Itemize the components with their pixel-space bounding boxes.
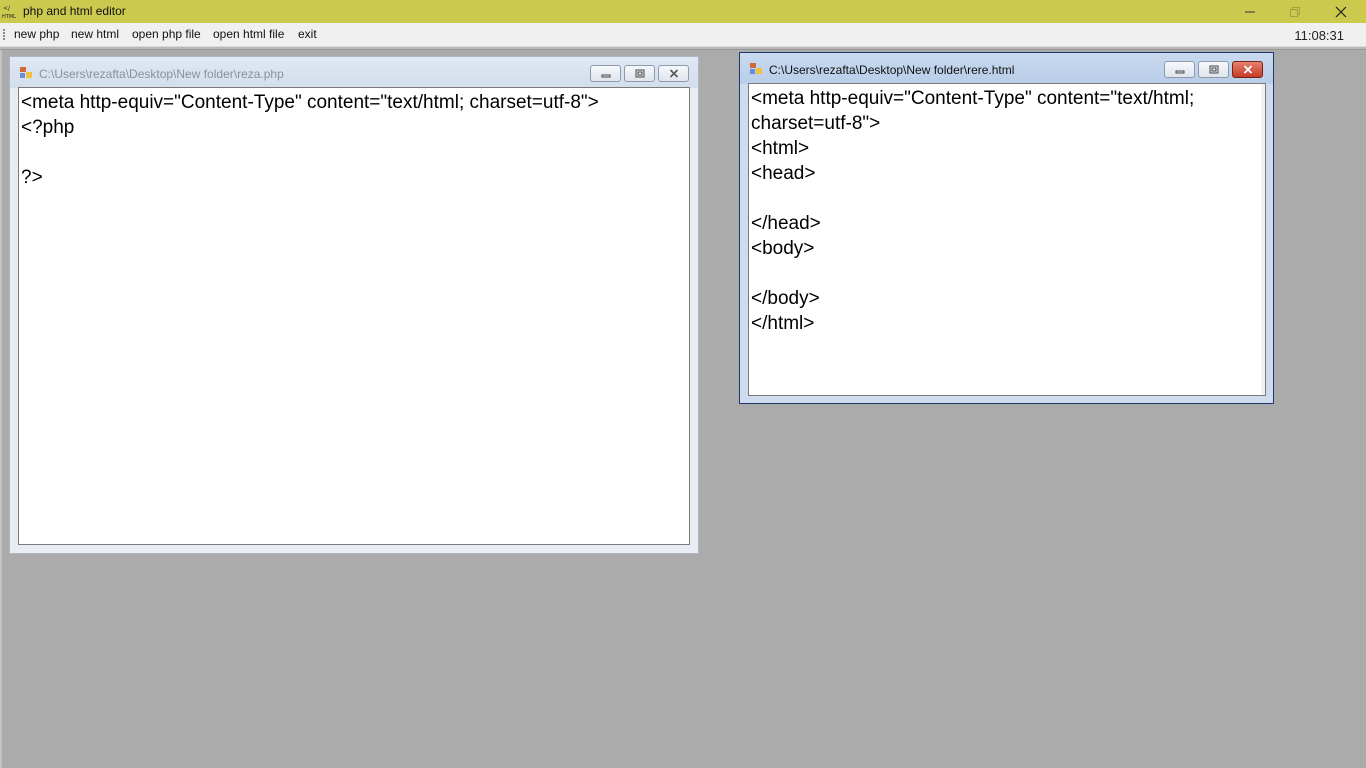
close-icon	[1335, 6, 1347, 17]
restore-icon	[1290, 6, 1300, 17]
child-close-button[interactable]	[658, 65, 689, 82]
svg-text:</: </	[3, 5, 11, 12]
child-minimize-button[interactable]	[590, 65, 621, 82]
minimize-icon	[1245, 11, 1255, 12]
code-editor-text: <meta http-equiv="Content-Type" content=…	[21, 92, 599, 188]
child-maximize-button[interactable]	[1198, 61, 1229, 78]
menu-exit[interactable]: exit	[298, 27, 317, 42]
child-window-title-bar[interactable]: C:\Users\rezafta\Desktop\New folder\rere…	[740, 53, 1273, 84]
close-button[interactable]	[1318, 0, 1364, 23]
child-window-path: C:\Users\rezafta\Desktop\New folder\reza…	[39, 67, 284, 81]
code-editor-php[interactable]: <meta http-equiv="Content-Type" content=…	[18, 87, 690, 545]
svg-text:HTML: HTML	[2, 14, 16, 20]
editor-scrollbar[interactable]	[1261, 84, 1265, 395]
app-title: php and html editor	[23, 4, 126, 18]
child-minimize-button[interactable]	[1164, 61, 1195, 78]
mdi-client-left-edge	[0, 50, 2, 768]
php-html-app-icon: </ HTML	[2, 5, 16, 20]
menu-new-php[interactable]: new php	[14, 27, 59, 42]
clock-label: 11:08:31	[1294, 28, 1344, 43]
child-window-title-bar[interactable]: C:\Users\rezafta\Desktop\New folder\reza…	[10, 57, 698, 88]
child-window-php[interactable]: C:\Users\rezafta\Desktop\New folder\reza…	[9, 56, 699, 554]
child-window-html[interactable]: C:\Users\rezafta\Desktop\New folder\rere…	[739, 52, 1274, 404]
menu-open-html-file[interactable]: open html file	[213, 27, 284, 42]
app-title-bar: </ HTML php and html editor	[0, 0, 1366, 23]
menu-strip: new php new html open php file open html…	[0, 23, 1366, 47]
child-window-path: C:\Users\rezafta\Desktop\New folder\rere…	[769, 63, 1015, 77]
child-maximize-button[interactable]	[624, 65, 655, 82]
close-icon	[1243, 65, 1252, 74]
maximize-icon	[635, 69, 644, 78]
maximize-icon	[1209, 65, 1218, 74]
minimize-icon	[1175, 70, 1184, 73]
close-icon	[669, 69, 678, 78]
minimize-button[interactable]	[1227, 0, 1273, 23]
restore-button[interactable]	[1272, 0, 1318, 23]
code-editor-html[interactable]: <meta http-equiv="Content-Type" content=…	[748, 83, 1266, 396]
menu-new-html[interactable]: new html	[71, 27, 119, 42]
window-app-icon	[20, 67, 32, 78]
child-close-button[interactable]	[1232, 61, 1263, 78]
mdi-client-edge	[0, 47, 1366, 50]
code-editor-text: <meta http-equiv="Content-Type" content=…	[751, 88, 1195, 334]
window-app-icon	[750, 63, 762, 74]
minimize-icon	[601, 74, 610, 77]
menu-grip-handle[interactable]	[3, 29, 6, 41]
menu-open-php-file[interactable]: open php file	[132, 27, 201, 42]
